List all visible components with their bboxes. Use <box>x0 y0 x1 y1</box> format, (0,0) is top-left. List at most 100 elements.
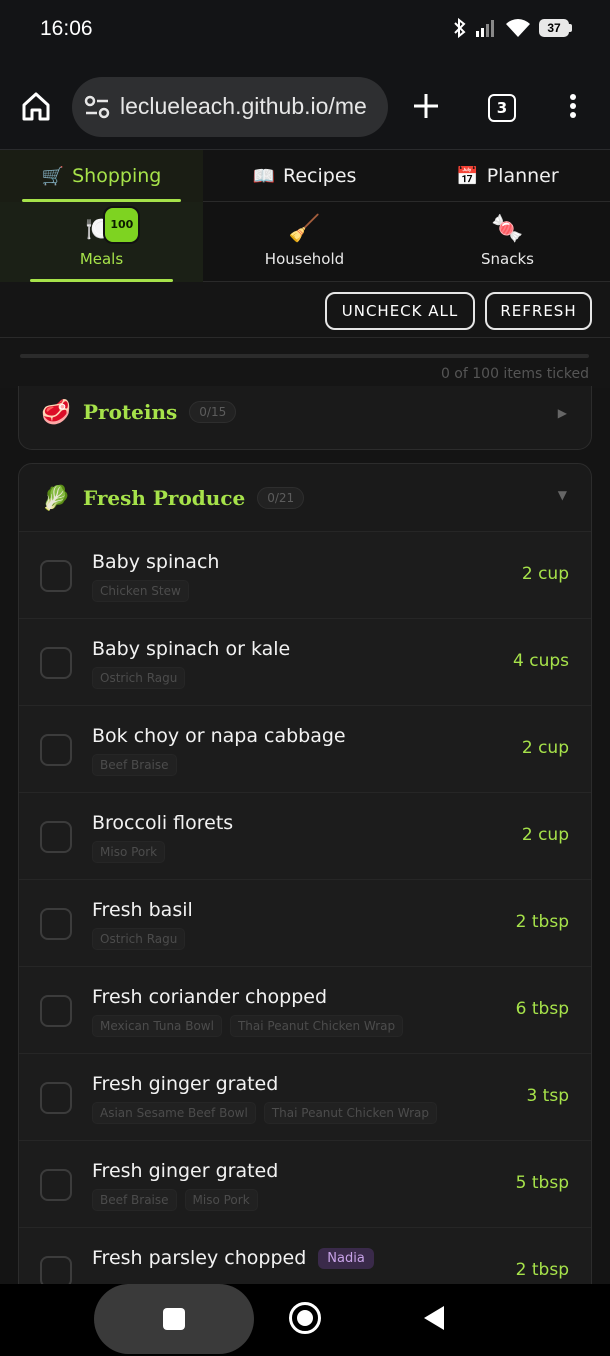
category-count: 0/15 <box>189 401 237 423</box>
recipe-tag: Chicken Stew <box>92 580 189 602</box>
item-name: Baby spinach <box>92 551 220 573</box>
status-icons: 37 <box>453 17 572 39</box>
battery-level: 37 <box>539 19 569 37</box>
leafy-green-icon: 🥬 <box>41 483 71 512</box>
subtab-label: Snacks <box>481 250 534 268</box>
item-name-row: Fresh ginger grated <box>92 1160 278 1182</box>
progress-section: 0 of 100 items ticked <box>0 338 610 388</box>
item-checkbox[interactable] <box>40 821 72 853</box>
item-quantity: 2 cup <box>521 564 569 584</box>
sub-tabs: 🍽️ 100 Meals 🧹 Household 🍬 Snacks <box>0 202 610 282</box>
tab-label: Shopping <box>72 165 162 187</box>
tab-shopping[interactable]: 🛒 Shopping <box>0 150 203 202</box>
recipe-tag: Miso Pork <box>184 1189 258 1211</box>
back-button[interactable] <box>424 1306 444 1330</box>
category-proteins[interactable]: 🥩 Proteins 0/15 ▶ <box>18 386 592 450</box>
item-quantity: 6 tbsp <box>515 999 569 1019</box>
list-item[interactable]: Baby spinach Chicken Stew 2 cup <box>19 532 591 619</box>
book-icon: 📖 <box>252 165 275 187</box>
recipe-tag: Beef Braise <box>92 1189 177 1211</box>
item-name: Fresh parsley chopped <box>92 1247 307 1269</box>
item-name-row: Baby spinach <box>92 551 219 573</box>
action-bar: UNCHECK ALL REFRESH <box>0 282 610 338</box>
recipe-tags: Miso Pork <box>92 841 166 863</box>
app-content: 🛒 Shopping 📖 Recipes 📅 Planner 🍽️ 100 Mea… <box>0 150 610 1284</box>
list-item[interactable]: Fresh parsley chopped Nadia 2 tbsp <box>19 1228 591 1284</box>
subtab-meals[interactable]: 🍽️ 100 Meals <box>0 202 203 282</box>
item-checkbox[interactable] <box>40 734 72 766</box>
item-checkbox[interactable] <box>40 560 72 592</box>
tab-recipes[interactable]: 📖 Recipes <box>203 150 406 202</box>
item-name-row: Fresh basil <box>92 899 193 921</box>
category-count: 0/21 <box>257 486 305 509</box>
recipe-tags: Ostrich Ragu <box>92 928 186 950</box>
new-tab-icon[interactable] <box>412 92 440 120</box>
subtab-label: Household <box>264 250 345 268</box>
item-quantity: 3 tsp <box>526 1086 569 1106</box>
cart-icon: 🛒 <box>41 165 65 187</box>
bluetooth-icon <box>454 17 466 39</box>
wifi-icon <box>506 19 530 37</box>
item-quantity: 2 cup <box>521 825 569 845</box>
item-quantity: 5 tbsp <box>515 1173 569 1193</box>
site-settings-icon[interactable] <box>84 95 110 119</box>
list-item[interactable]: Fresh basil Ostrich Ragu 2 tbsp <box>19 880 591 967</box>
recents-button[interactable] <box>94 1284 254 1354</box>
item-name-row: Broccoli florets <box>92 812 233 834</box>
item-checkbox[interactable] <box>40 1082 72 1114</box>
list-item[interactable]: Fresh ginger grated Asian Sesame Beef Bow… <box>19 1054 591 1141</box>
home-button[interactable] <box>289 1302 321 1334</box>
item-name-row: Fresh coriander chopped <box>92 986 327 1008</box>
recipe-tags: Beef Braise Miso Pork <box>92 1189 258 1211</box>
tab-switcher-button[interactable]: 3 <box>488 94 516 122</box>
item-name: Fresh ginger grated <box>92 1160 279 1182</box>
circle-icon <box>297 1310 313 1326</box>
home-icon[interactable] <box>20 90 52 122</box>
refresh-button[interactable]: REFRESH <box>485 292 592 330</box>
item-checkbox[interactable] <box>40 908 72 940</box>
recipe-tag: Thai Peanut Chicken Wrap <box>263 1102 438 1124</box>
recipe-tag: Beef Braise <box>92 754 177 776</box>
item-quantity: 2 tbsp <box>515 1260 569 1280</box>
list-item[interactable]: Baby spinach or kale Ostrich Ragu 4 cups <box>19 619 591 706</box>
system-nav-bar <box>0 1284 610 1356</box>
recipe-tag: Mexican Tuna Bowl <box>92 1015 222 1037</box>
recipe-tag: Miso Pork <box>92 841 166 863</box>
battery-icon: 37 <box>539 19 572 37</box>
chevron-right-icon[interactable]: ▶ <box>558 406 567 420</box>
list-item[interactable]: Bok choy or napa cabbage Beef Braise 2 cup <box>19 706 591 793</box>
subtab-household[interactable]: 🧹 Household <box>203 202 406 282</box>
recipe-tag: Thai Peanut Chicken Wrap <box>229 1015 404 1037</box>
address-bar[interactable]: leclueleach.github.io/me <box>72 77 388 137</box>
subtab-snacks[interactable]: 🍬 Snacks <box>406 202 609 282</box>
url-text: leclueleach.github.io/me <box>120 93 367 119</box>
uncheck-all-button[interactable]: UNCHECK ALL <box>325 292 475 330</box>
item-name: Bok choy or napa cabbage <box>92 725 346 747</box>
chevron-down-icon[interactable]: ▼ <box>558 488 567 502</box>
list-item[interactable]: Fresh ginger grated Beef Braise Miso Pork 5… <box>19 1141 591 1228</box>
cell-signal-icon <box>476 20 494 37</box>
item-checkbox[interactable] <box>40 647 72 679</box>
item-list: Baby spinach Chicken Stew 2 cup Baby spinac… <box>19 532 591 1284</box>
subtab-label: Meals <box>79 250 124 268</box>
plate-icon: 🍽️ 100 <box>85 206 141 244</box>
browser-toolbar: leclueleach.github.io/me 3 <box>0 62 610 150</box>
tab-label: Planner <box>486 165 559 187</box>
tab-planner[interactable]: 📅 Planner <box>406 150 609 202</box>
recipe-tag: Ostrich Ragu <box>92 667 186 689</box>
item-checkbox[interactable] <box>40 1256 72 1284</box>
recipe-tags: Beef Braise <box>92 754 177 776</box>
assignee-badge: Nadia <box>318 1247 374 1269</box>
broom-icon: 🧹 <box>288 214 321 244</box>
list-item[interactable]: Broccoli florets Miso Pork 2 cup <box>19 793 591 880</box>
item-checkbox[interactable] <box>40 995 72 1027</box>
item-name: Baby spinach or kale <box>92 638 291 660</box>
more-menu-icon[interactable] <box>566 94 580 122</box>
category-header[interactable]: 🥬 Fresh Produce 0/21 ▼ <box>19 464 591 532</box>
category-fresh-produce: 🥬 Fresh Produce 0/21 ▼ Baby spinach Chick… <box>18 463 592 1284</box>
item-quantity: 4 cups <box>513 651 569 671</box>
list-item[interactable]: Fresh coriander chopped Mexican Tuna Bowl… <box>19 967 591 1054</box>
item-checkbox[interactable] <box>40 1169 72 1201</box>
category-header[interactable]: 🥩 Proteins 0/15 ▶ <box>19 386 591 442</box>
item-quantity: 2 tbsp <box>515 912 569 932</box>
